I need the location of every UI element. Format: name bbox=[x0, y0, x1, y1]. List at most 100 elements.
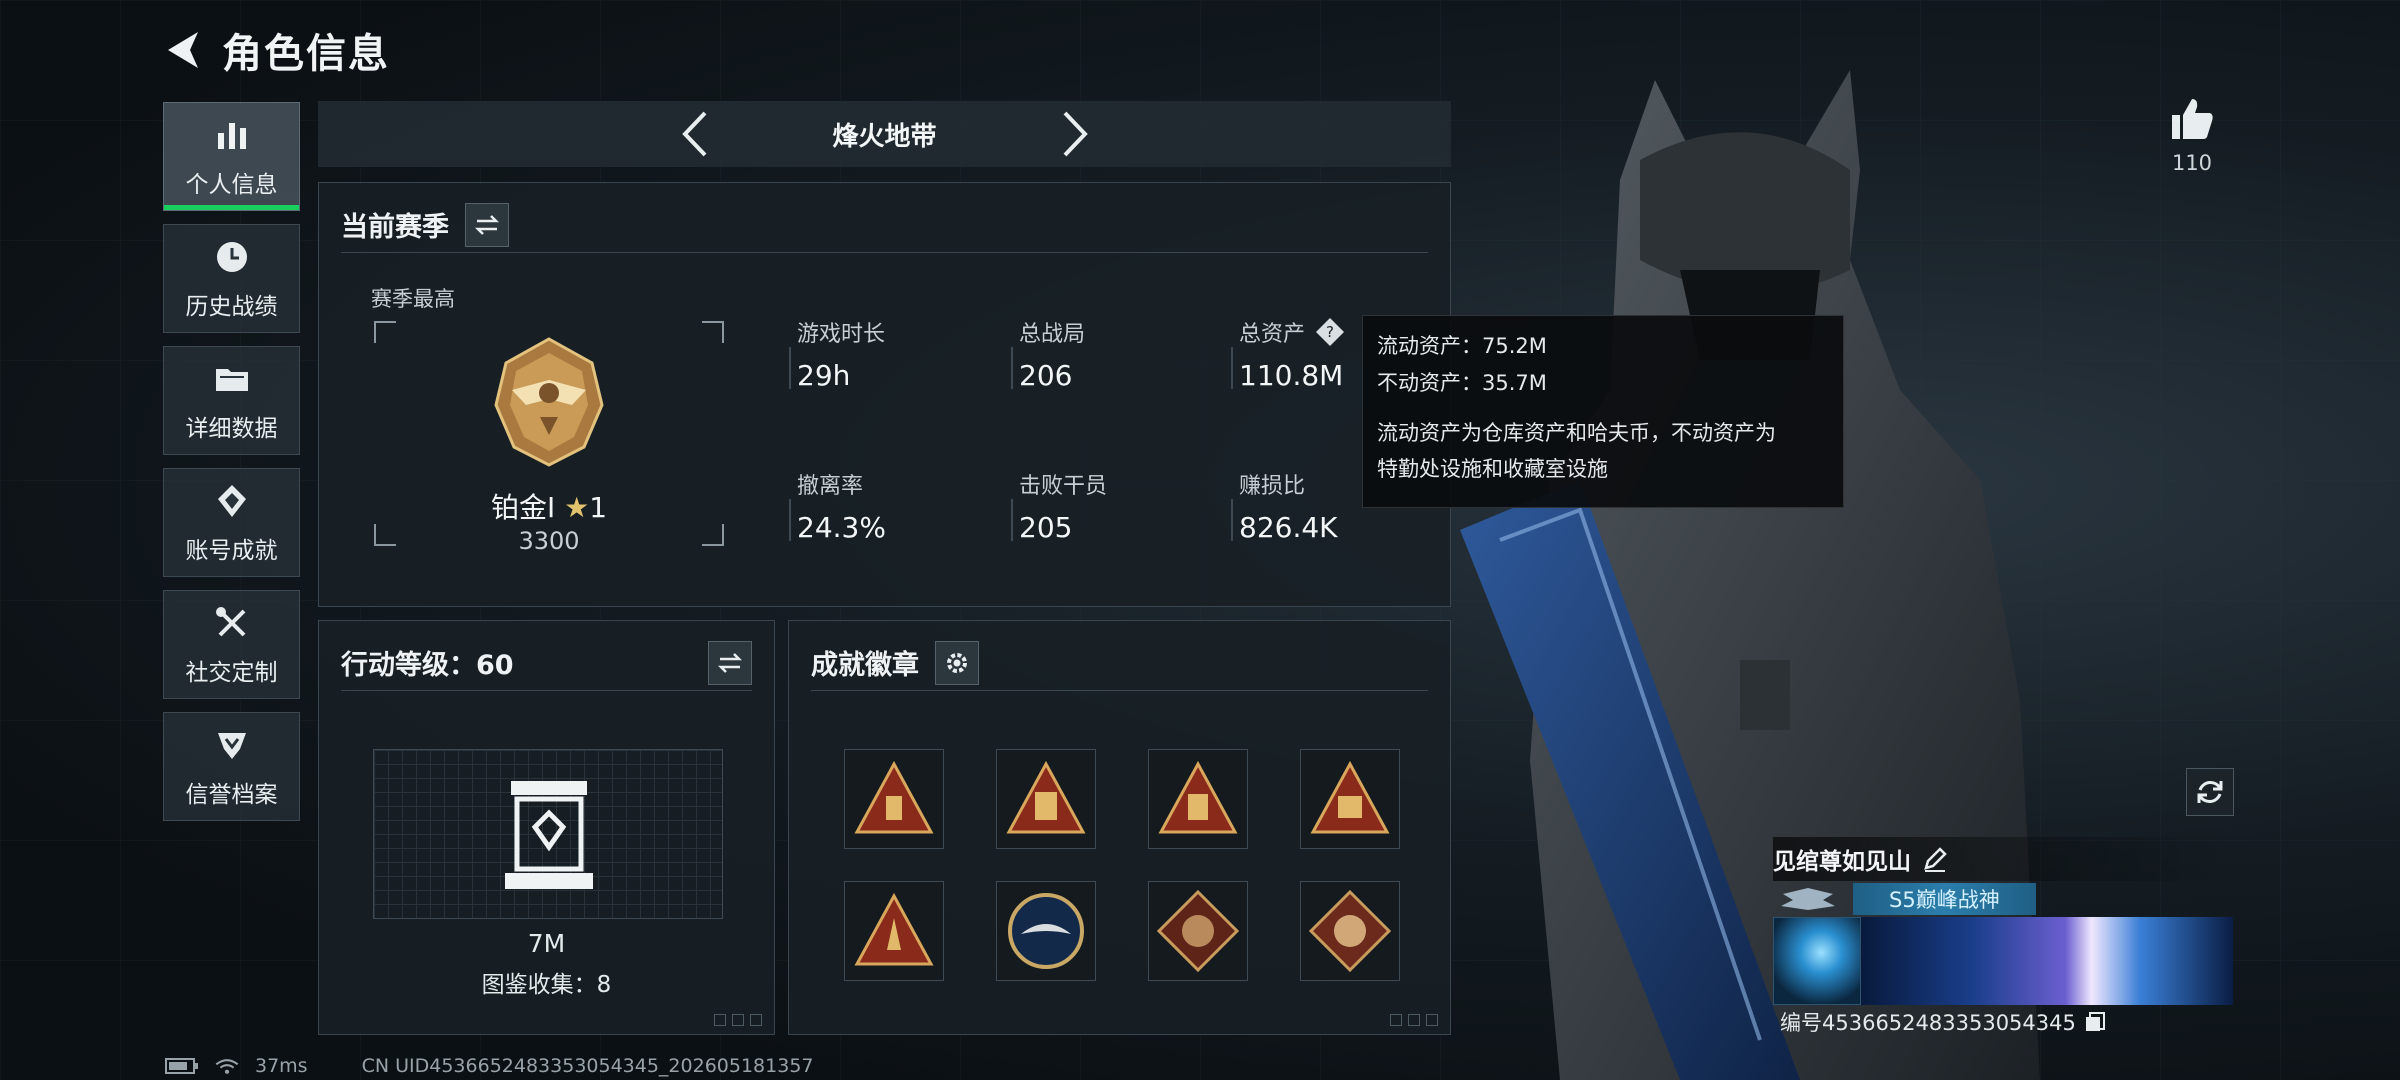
season-switch-button[interactable] bbox=[465, 202, 509, 247]
stat-play-time: 游戏时长 29h bbox=[789, 317, 997, 392]
sidebar-item-social[interactable]: 社交定制 bbox=[163, 590, 300, 699]
sidebar-item-label: 个人信息 bbox=[185, 171, 278, 198]
wings-emblem-icon bbox=[1781, 888, 1835, 910]
tooltip-note-line2: 特勤处设施和收藏室设施 bbox=[1377, 457, 1608, 482]
page-title: 角色信息 bbox=[222, 31, 390, 77]
sidebar-item-credit[interactable]: 信誉档案 bbox=[163, 712, 300, 821]
sidebar-item-label: 账号成就 bbox=[185, 537, 278, 564]
mode-title: 烽火地带 bbox=[832, 121, 937, 152]
badge-item[interactable] bbox=[844, 749, 944, 849]
nickname-row: 见绾尊如见山 bbox=[1773, 837, 2233, 881]
like-button[interactable]: 110 bbox=[2168, 95, 2216, 185]
sidebar-item-personal-info[interactable]: 个人信息 bbox=[163, 102, 300, 211]
rank-name: 铂金Ⅰ ★1 bbox=[374, 486, 724, 526]
back-arrow-icon[interactable] bbox=[160, 26, 208, 74]
stat-label: 击败干员 bbox=[1019, 474, 1108, 499]
panel-page-dots bbox=[1390, 1014, 1438, 1026]
collection-value: 7M bbox=[527, 929, 566, 958]
badges-title: 成就徽章 bbox=[811, 650, 919, 681]
player-card: 见绾尊如见山 S5巅峰战神 编号453665248335305434​5 bbox=[1773, 837, 2233, 1035]
triangle-badge-icon bbox=[1006, 760, 1086, 834]
edit-icon[interactable] bbox=[1921, 845, 1949, 873]
season-header: 当前赛季 bbox=[341, 197, 1428, 253]
badge-item[interactable] bbox=[996, 881, 1096, 981]
sidebar-item-achievements[interactable]: 账号成就 bbox=[163, 468, 300, 577]
stat-value: 205 bbox=[1019, 511, 1073, 544]
stat-value: 29h bbox=[797, 359, 851, 392]
battery-icon bbox=[165, 1058, 198, 1074]
header: 角色信息 bbox=[160, 22, 390, 78]
stat-operators-defeated: 击败干员 205 bbox=[1011, 469, 1219, 544]
prev-mode-button[interactable] bbox=[675, 109, 715, 159]
season-title: 当前赛季 bbox=[341, 212, 449, 243]
achievement-badges-panel: 成就徽章 bbox=[788, 620, 1451, 1035]
clock-icon bbox=[216, 241, 247, 272]
triangle-badge-icon bbox=[854, 892, 934, 966]
season-panel: 当前赛季 赛季最高 铂金Ⅰ ★1 3300 游戏时长 29h 总战局 206 总… bbox=[318, 182, 1451, 607]
next-mode-button[interactable] bbox=[1055, 109, 1095, 159]
gear-icon bbox=[947, 652, 967, 673]
sidebar: 个人信息 历史战绩 详细数据 账号成就 社交定制 信誉档案 bbox=[163, 102, 300, 834]
avatar[interactable] bbox=[1773, 917, 1861, 1005]
stat-value: 826.4K bbox=[1239, 511, 1338, 544]
badge-item[interactable] bbox=[1148, 749, 1248, 849]
achievement-icon bbox=[217, 484, 246, 517]
badge-item[interactable] bbox=[1300, 881, 1400, 981]
collection-display-icon bbox=[505, 781, 593, 889]
level-header: 行动等级：60 bbox=[341, 635, 752, 691]
stat-label: 撤离率 bbox=[797, 474, 864, 499]
rank-score: 3300 bbox=[518, 527, 580, 555]
stat-label-text: 总资产 bbox=[1239, 322, 1306, 347]
rank-tier: 铂金Ⅰ bbox=[490, 491, 556, 524]
player-banner[interactable] bbox=[1773, 917, 2233, 1005]
triangle-badge-icon bbox=[1310, 760, 1390, 834]
frame-corner bbox=[374, 321, 396, 343]
eagle-emblem-icon bbox=[1008, 893, 1084, 969]
player-uid-row: 编号453665248335305434​5 bbox=[1780, 1007, 2106, 1037]
action-level-panel: 行动等级：60 7M 图鉴收集：8 bbox=[318, 620, 775, 1035]
badge-item[interactable] bbox=[844, 881, 944, 981]
thumbs-up-icon bbox=[2172, 99, 2213, 139]
badge-item[interactable] bbox=[996, 749, 1096, 849]
level-title: 行动等级：60 bbox=[341, 650, 514, 681]
tooltip-fixed-assets: 不动资产：35.7M bbox=[1377, 370, 1547, 395]
diamond-badge-icon bbox=[1156, 889, 1240, 973]
sidebar-item-detailed-data[interactable]: 详细数据 bbox=[163, 346, 300, 455]
rank-frame: 铂金Ⅰ ★1 3300 bbox=[374, 321, 724, 555]
stat-value: 206 bbox=[1019, 359, 1073, 392]
sidebar-item-history[interactable]: 历史战绩 bbox=[163, 224, 300, 333]
chevron-left-icon bbox=[681, 111, 706, 157]
chevron-right-icon bbox=[1063, 111, 1088, 157]
refresh-button[interactable] bbox=[2186, 768, 2234, 816]
collection-count: 图鉴收集：8 bbox=[481, 972, 612, 998]
sidebar-item-label: 详细数据 bbox=[185, 415, 278, 442]
svg-text:?: ? bbox=[1326, 323, 1334, 341]
triangle-badge-icon bbox=[854, 760, 934, 834]
nickname: 见绾尊如见山 bbox=[1773, 849, 1911, 875]
badge-grid bbox=[844, 749, 1400, 981]
player-title[interactable]: S5巅峰战神 bbox=[1853, 883, 2036, 915]
banner-image bbox=[1861, 917, 2233, 1005]
star-icon: ★ bbox=[564, 491, 590, 524]
refresh-icon bbox=[2197, 781, 2223, 803]
shield-check-icon bbox=[217, 732, 246, 759]
diamond-badge-icon bbox=[1308, 889, 1392, 973]
level-switch-button[interactable] bbox=[708, 640, 752, 685]
copy-icon[interactable] bbox=[2084, 1011, 2106, 1033]
badges-settings-button[interactable] bbox=[935, 640, 979, 685]
sidebar-item-label: 信誉档案 bbox=[185, 781, 278, 808]
mode-switcher: 烽火地带 bbox=[318, 101, 1451, 167]
badge-item[interactable] bbox=[1148, 881, 1248, 981]
collection-archive[interactable] bbox=[373, 749, 723, 919]
stat-label: 游戏时长 bbox=[797, 322, 886, 347]
title-row: S5巅峰战神 bbox=[1773, 881, 2233, 917]
sidebar-item-label: 社交定制 bbox=[185, 659, 278, 686]
frame-corner bbox=[702, 321, 724, 343]
ping: 37ms bbox=[255, 1055, 308, 1077]
triangle-badge-icon bbox=[1158, 760, 1238, 834]
rank-stars: 1 bbox=[589, 491, 608, 524]
help-icon[interactable]: ? bbox=[1315, 317, 1345, 347]
like-count: 110 bbox=[2171, 151, 2213, 175]
player-uid: 编号453665248335305434​5 bbox=[1780, 1011, 2076, 1035]
badge-item[interactable] bbox=[1300, 749, 1400, 849]
